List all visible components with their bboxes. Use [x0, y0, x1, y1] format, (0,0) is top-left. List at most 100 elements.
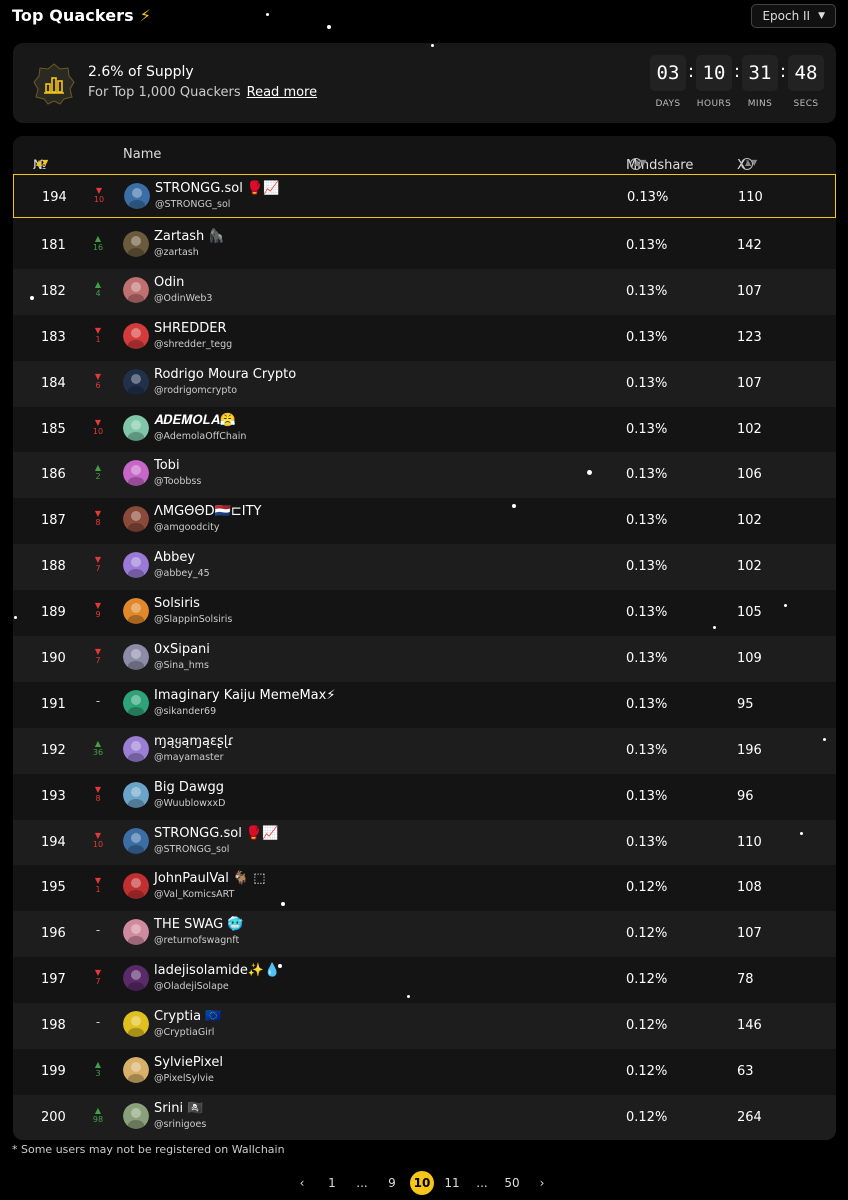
- user-name[interactable]: Big Dawgg: [154, 780, 224, 795]
- avatar[interactable]: [124, 183, 150, 209]
- user-handle[interactable]: @Sina_hms: [154, 660, 209, 671]
- user-handle[interactable]: @PixelSylvie: [154, 1073, 214, 1084]
- avatar[interactable]: [123, 598, 149, 625]
- user-handle[interactable]: @STRONGG_sol: [155, 199, 230, 210]
- page-button[interactable]: 50: [500, 1171, 524, 1195]
- user-handle[interactable]: @rodrigomcrypto: [154, 385, 237, 396]
- prev-page-icon[interactable]: ‹: [290, 1171, 314, 1195]
- user-name[interactable]: Rodrigo Moura Crypto: [154, 367, 296, 382]
- pinned-user-row[interactable]: 194 ▼ 10 STRONGG.sol 🥊📈 @STRONGG_sol 0.13% 110: [13, 174, 836, 218]
- user-name[interactable]: Imaginary Kaiju MemeMax⚡: [154, 688, 335, 703]
- user-name[interactable]: Abbey: [154, 550, 195, 565]
- user-name[interactable]: Odin: [154, 275, 184, 290]
- user-name[interactable]: ɱąყąɱąεʂɭɾ: [154, 734, 234, 749]
- table-row[interactable]: 192 ▲ 36 ɱąყąɱąεʂɭɾ @mayamaster 0.13% 196: [13, 727, 836, 774]
- user-name[interactable]: STRONGG.sol 🥊📈: [155, 181, 279, 196]
- user-handle[interactable]: @zartash: [154, 247, 199, 258]
- avatar[interactable]: [123, 735, 149, 762]
- xscore-cell: 102: [737, 421, 762, 437]
- avatar[interactable]: [123, 965, 149, 992]
- table-row[interactable]: 186 ▲ 2 Tobi @Toobbss 0.13% 106: [13, 452, 836, 499]
- avatar[interactable]: [123, 322, 149, 349]
- table-row[interactable]: 200 ▲ 98 Srini 🏴‍☠️ @srinigoes 0.12% 264: [13, 1094, 836, 1140]
- table-row[interactable]: 183 ▼ 1 SHREDDER @shredder_tegg 0.13% 123: [13, 315, 836, 361]
- user-name[interactable]: Cryptia 🇪🇺: [154, 1009, 221, 1024]
- table-row[interactable]: 181 ▲ 16 Zartash 🦍 @zartash 0.13% 142: [13, 223, 836, 269]
- table-row[interactable]: 196 - THE SWAG 🥶 @returnofswagnft 0.12% 107: [13, 911, 836, 958]
- table-row[interactable]: 188 ▼ 7 Abbey @abbey_45 0.13% 102: [13, 544, 836, 591]
- user-handle[interactable]: @Val_KomicsART: [154, 889, 234, 900]
- user-name[interactable]: SylviePixel: [154, 1055, 223, 1070]
- table-row[interactable]: 193 ▼ 8 Big Dawgg @WuublowxxD 0.13% 96: [13, 774, 836, 820]
- avatar[interactable]: [123, 873, 149, 900]
- user-handle[interactable]: @amgoodcity: [154, 522, 219, 533]
- avatar[interactable]: [123, 781, 149, 808]
- user-name[interactable]: STRONGG.sol 🥊📈: [154, 826, 278, 841]
- avatar[interactable]: [123, 368, 149, 395]
- page-button[interactable]: 11: [440, 1171, 464, 1195]
- timer-value: 10: [696, 55, 732, 91]
- user-name[interactable]: 𝑨𝑫𝑬𝑴𝑶𝑳𝑨😤: [154, 413, 236, 428]
- avatar[interactable]: [123, 414, 149, 441]
- user-handle[interactable]: @WuublowxxD: [154, 798, 225, 809]
- table-row[interactable]: 189 ▼ 9 Solsiris @SlappinSolsiris 0.13% 105: [13, 590, 836, 636]
- read-more-link[interactable]: Read more: [247, 85, 317, 100]
- table-row[interactable]: 185 ▼ 10 𝑨𝑫𝑬𝑴𝑶𝑳𝑨😤 @AdemolaOffChain 0.13% 102: [13, 407, 836, 453]
- user-handle[interactable]: @AdemolaOffChain: [154, 431, 246, 442]
- user-handle[interactable]: @abbey_45: [154, 568, 210, 579]
- page-button[interactable]: 10: [410, 1171, 434, 1195]
- user-handle[interactable]: @returnofswagnft: [154, 935, 239, 946]
- user-name[interactable]: 0xSipani: [154, 642, 210, 657]
- page-button[interactable]: 1: [320, 1171, 344, 1195]
- table-row[interactable]: 198 - Cryptia 🇪🇺 @CryptiaGirl 0.12% 146: [13, 1003, 836, 1050]
- user-handle[interactable]: @srinigoes: [154, 1119, 206, 1130]
- avatar[interactable]: [123, 644, 149, 671]
- user-handle[interactable]: @CryptiaGirl: [154, 1027, 214, 1038]
- pagination-ellipsis[interactable]: ...: [350, 1171, 374, 1195]
- user-handle[interactable]: @STRONGG_sol: [154, 844, 229, 855]
- table-row[interactable]: 187 ▼ 8 ΛMGΘΘD🇳🇱⊏ITY @amgoodcity 0.13% 102: [13, 498, 836, 544]
- avatar[interactable]: [123, 276, 149, 303]
- user-name[interactable]: SHREDDER: [154, 321, 227, 336]
- avatar[interactable]: [123, 827, 149, 854]
- user-name[interactable]: Srini 🏴‍☠️: [154, 1101, 203, 1116]
- user-name[interactable]: ladejisolamide✨💧: [154, 963, 280, 978]
- avatar[interactable]: [123, 689, 149, 716]
- supply-banner: 2.6% of Supply For Top 1,000 Quackers Rea…: [13, 43, 836, 123]
- rank-cell: 181: [41, 238, 66, 253]
- avatar[interactable]: [123, 552, 149, 579]
- user-name[interactable]: JohnPaulVal 🐐 ⬚: [154, 871, 266, 886]
- pagination-ellipsis[interactable]: ...: [470, 1171, 494, 1195]
- avatar[interactable]: [123, 460, 149, 487]
- user-name[interactable]: Tobi: [154, 458, 180, 473]
- user-handle[interactable]: @mayamaster: [154, 752, 224, 763]
- table-row[interactable]: 194 ▼ 10 STRONGG.sol 🥊📈 @STRONGG_sol 0.13% 110: [13, 819, 836, 866]
- user-handle[interactable]: @shredder_tegg: [154, 339, 232, 350]
- avatar[interactable]: [123, 506, 149, 533]
- avatar[interactable]: [123, 1057, 149, 1084]
- table-row[interactable]: 199 ▲ 3 SylviePixel @PixelSylvie 0.12% 63: [13, 1049, 836, 1095]
- user-handle[interactable]: @sikander69: [154, 706, 216, 717]
- table-row[interactable]: 195 ▼ 1 JohnPaulVal 🐐 ⬚ @Val_KomicsART 0.12% 1…: [13, 865, 836, 911]
- avatar[interactable]: [123, 1102, 149, 1129]
- table-row[interactable]: 184 ▼ 6 Rodrigo Moura Crypto @rodrigomcrypto…: [13, 360, 836, 407]
- table-row[interactable]: 197 ▼ 7 ladejisolamide✨💧 @OladejiSolape 0.12%…: [13, 957, 836, 1003]
- user-name[interactable]: ΛMGΘΘD🇳🇱⊏ITY: [154, 504, 261, 519]
- user-handle[interactable]: @OdinWeb3: [154, 293, 212, 304]
- rank-change: ▼ 7: [94, 968, 102, 987]
- avatar[interactable]: [123, 919, 149, 946]
- next-page-icon[interactable]: ›: [530, 1171, 554, 1195]
- epoch-select[interactable]: Epoch II ▼: [751, 4, 836, 28]
- user-handle[interactable]: @Toobbss: [154, 476, 201, 487]
- user-name[interactable]: Solsiris: [154, 596, 200, 611]
- table-row[interactable]: 191 - Imaginary Kaiju MemeMax⚡ @sikander69 0…: [13, 682, 836, 728]
- page-button[interactable]: 9: [380, 1171, 404, 1195]
- user-handle[interactable]: @OladejiSolape: [154, 981, 229, 992]
- user-name[interactable]: THE SWAG 🥶: [154, 917, 244, 932]
- user-handle[interactable]: @SlappinSolsiris: [154, 614, 232, 625]
- table-row[interactable]: 190 ▼ 7 0xSipani @Sina_hms 0.13% 109: [13, 636, 836, 682]
- avatar[interactable]: [123, 231, 149, 257]
- avatar[interactable]: [123, 1011, 149, 1038]
- user-name[interactable]: Zartash 🦍: [154, 229, 225, 244]
- table-row[interactable]: 182 ▲ 4 Odin @OdinWeb3 0.13% 107: [13, 268, 836, 315]
